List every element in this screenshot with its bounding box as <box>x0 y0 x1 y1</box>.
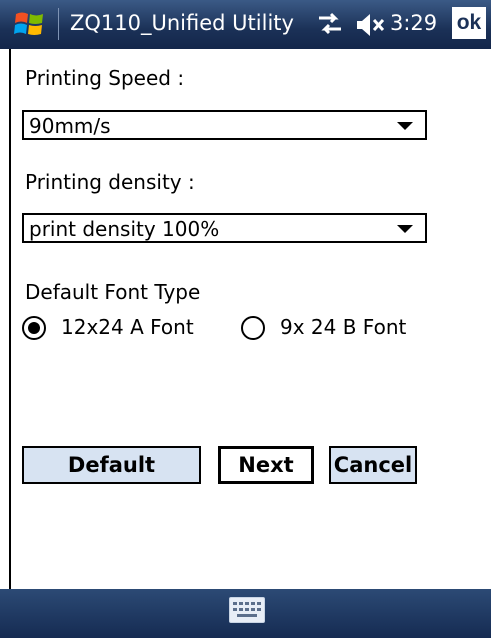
radio-font-b[interactable] <box>241 316 265 340</box>
clock-time: 3:29 <box>390 11 438 35</box>
font-type-label: Default Font Type <box>25 280 201 304</box>
windows-start-icon[interactable] <box>12 6 48 42</box>
volume-muted-icon[interactable] <box>355 12 387 38</box>
printing-density-select[interactable]: print density 100% <box>22 213 427 243</box>
radio-font-b-label[interactable]: 9x 24 B Font <box>280 315 406 339</box>
left-edge-border <box>0 49 11 589</box>
chevron-down-icon[interactable] <box>397 122 413 130</box>
title-separator <box>58 8 59 40</box>
printing-density-label: Printing density : <box>25 170 195 194</box>
printing-density-value: print density 100% <box>29 217 220 241</box>
title-bar: ZQ110_Unified Utility 3:29 ok <box>0 0 491 49</box>
printing-speed-label: Printing Speed : <box>25 66 185 90</box>
ok-button[interactable]: ok <box>452 7 486 39</box>
next-button[interactable]: Next <box>218 446 314 484</box>
printing-speed-select[interactable]: 90mm/s <box>22 110 427 140</box>
app-title: ZQ110_Unified Utility <box>70 11 294 35</box>
default-button[interactable]: Default <box>22 446 201 484</box>
printing-speed-value: 90mm/s <box>29 114 111 138</box>
radio-font-a[interactable] <box>22 316 46 340</box>
cancel-button[interactable]: Cancel <box>329 446 417 484</box>
connectivity-icon[interactable] <box>315 12 345 38</box>
radio-font-a-label[interactable]: 12x24 A Font <box>61 315 194 339</box>
keyboard-icon[interactable] <box>229 597 265 623</box>
chevron-down-icon[interactable] <box>397 225 413 233</box>
radio-selected-dot <box>28 322 40 334</box>
